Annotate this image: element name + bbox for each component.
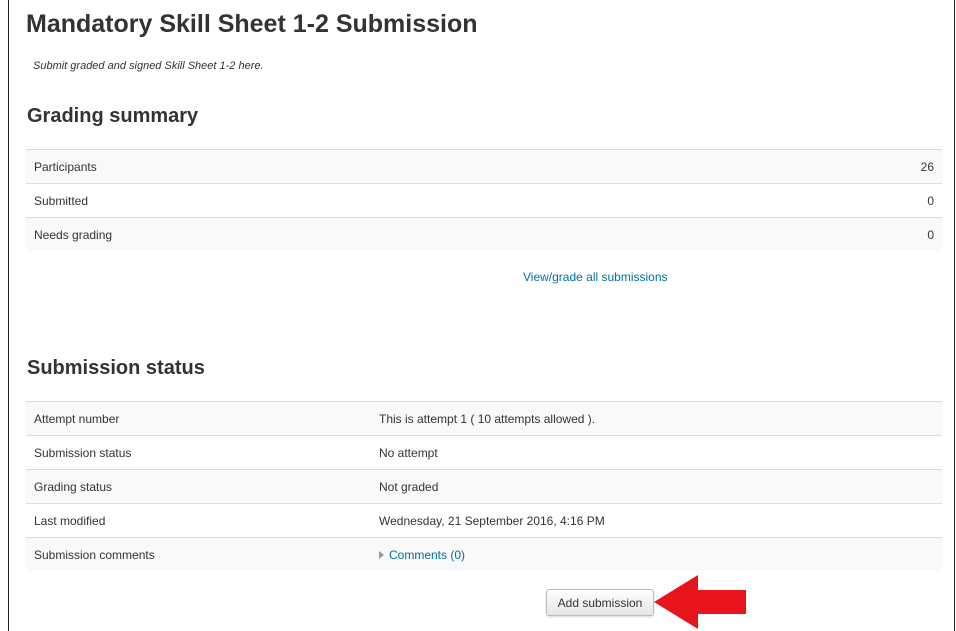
- table-row: Submission status No attempt: [26, 435, 942, 470]
- row-label: Participants: [26, 149, 709, 184]
- table-row: Last modified Wednesday, 21 September 20…: [26, 503, 942, 538]
- row-value: No attempt: [371, 435, 942, 470]
- intro-text: Submit graded and signed Skill Sheet 1-2…: [33, 60, 264, 72]
- row-label: Last modified: [26, 503, 371, 538]
- row-label: Submission status: [26, 435, 371, 470]
- row-value: 26: [709, 149, 942, 184]
- submission-status-heading: Submission status: [27, 357, 205, 379]
- grading-summary-heading: Grading summary: [27, 105, 199, 127]
- red-arrow-icon: [654, 575, 746, 629]
- row-value: Not graded: [371, 469, 942, 504]
- row-label: Submitted: [26, 183, 709, 218]
- table-row: Attempt number This is attempt 1 ( 10 at…: [26, 401, 942, 436]
- view-grade-all-link[interactable]: View/grade all submissions: [523, 270, 668, 284]
- table-row: Needs grading 0: [26, 217, 942, 251]
- grading-summary-table: Participants 26 Submitted 0 Needs gradin…: [26, 149, 942, 251]
- row-value: 0: [709, 183, 942, 218]
- expand-triangle-icon[interactable]: [379, 550, 384, 559]
- row-value: This is attempt 1 ( 10 attempts allowed …: [371, 401, 942, 436]
- row-label: Grading status: [26, 469, 371, 504]
- row-label: Needs grading: [26, 217, 709, 251]
- row-label: Attempt number: [26, 401, 371, 436]
- row-value: 0: [709, 217, 942, 251]
- row-label: Submission comments: [26, 537, 371, 571]
- submission-status-table: Attempt number This is attempt 1 ( 10 at…: [26, 401, 942, 571]
- arrow-shape: [654, 575, 746, 629]
- row-value: Wednesday, 21 September 2016, 4:16 PM: [371, 503, 942, 538]
- comments-toggle[interactable]: Comments (0): [379, 548, 465, 562]
- table-row: Submitted 0: [26, 183, 942, 218]
- page-title: Mandatory Skill Sheet 1-2 Submission: [26, 10, 478, 38]
- add-submission-button[interactable]: Add submission: [546, 589, 654, 616]
- table-row: Grading status Not graded: [26, 469, 942, 504]
- comments-link[interactable]: Comments (0): [389, 548, 465, 562]
- table-row: Participants 26: [26, 149, 942, 184]
- table-row: Submission comments Comments (0): [26, 537, 942, 571]
- row-value: Comments (0): [371, 537, 942, 571]
